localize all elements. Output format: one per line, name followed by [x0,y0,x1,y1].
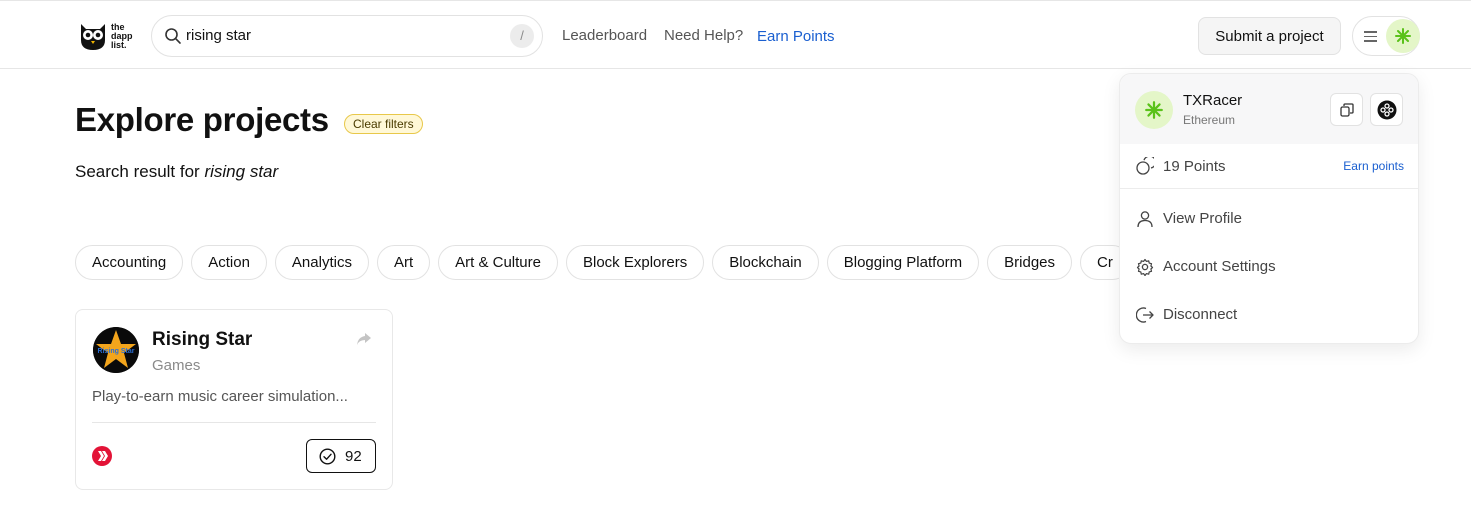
account-chain: Ethereum [1183,113,1236,127]
page-title: Explore projects [75,101,329,138]
project-logo: Rising Star [93,327,139,373]
account-header: TXRacer Ethereum [1120,74,1418,144]
search-bar: / [151,15,543,57]
points-row: 19 Points Earn points [1120,144,1418,189]
account-avatar [1135,91,1173,129]
category-chip[interactable]: Bridges [987,245,1073,280]
account-name: TXRacer [1183,92,1243,109]
menu-item-label: Account Settings [1163,258,1276,275]
network-icon [1377,100,1397,120]
account-dropdown: TXRacer Ethereum 19 Points Earn points V… [1119,73,1419,344]
category-chip[interactable]: Blogging Platform [826,245,980,280]
check-circle-icon [319,448,336,465]
points-count: 19 Points [1163,158,1226,175]
menu-item-label: Disconnect [1163,306,1238,323]
points-coins-icon [1136,157,1154,175]
hive-chain-icon [92,446,112,466]
search-result-text: Search result for rising star [75,162,278,182]
search-shortcut-badge: / [510,24,534,48]
clear-filters-button[interactable]: Clear filters [344,114,423,134]
sparkle-avatar-icon [1395,28,1411,44]
project-category: Games [152,357,201,374]
user-avatar [1386,19,1420,53]
category-filter-chips: Accounting Action Analytics Art Art & Cu… [75,245,1130,280]
search-input[interactable] [186,27,486,44]
category-chip[interactable]: Analytics [274,245,369,280]
nav-help-link[interactable]: Need Help? [664,27,743,44]
disconnect-item[interactable]: Disconnect [1120,297,1418,333]
logo-text: Rising Star [98,348,135,355]
category-chip[interactable]: Action [191,245,267,280]
dapplist-logo[interactable]: the dapp list. [78,19,138,53]
logo-wordmark: the dapp list. [111,22,133,50]
project-description: Play-to-earn music career simulation... [92,388,348,405]
copy-icon [1340,103,1354,117]
view-profile-item[interactable]: View Profile [1120,201,1418,237]
top-navbar: the dapp list. / Leaderboard Need Help? … [0,0,1471,69]
logout-icon [1136,307,1154,323]
nav-leaderboard-link[interactable]: Leaderboard [562,27,647,44]
logo-line: list. [111,39,127,50]
earn-points-link[interactable]: Earn points [1343,159,1404,173]
user-icon [1137,211,1153,228]
category-chip[interactable]: Blockchain [712,245,819,280]
rising-star-logo-icon: Rising Star [93,327,139,373]
submit-project-button[interactable]: Submit a project [1198,17,1341,55]
category-chip[interactable]: Art [376,245,431,280]
copy-address-button[interactable] [1330,93,1363,126]
search-result-prefix: Search result for [75,162,200,181]
gear-icon [1136,258,1154,276]
account-menu-button[interactable] [1352,16,1420,56]
nav-earn-points-link[interactable]: Earn Points [757,28,835,45]
share-icon[interactable] [356,332,372,346]
menu-item-label: View Profile [1163,210,1242,227]
category-chip[interactable]: Accounting [75,245,184,280]
category-chip[interactable]: Art & Culture [438,245,558,280]
sparkle-avatar-icon [1145,101,1163,119]
hamburger-icon [1364,31,1377,42]
project-card[interactable]: Rising Star Rising Star Games Play-to-ea… [75,309,393,490]
card-divider [92,422,376,423]
search-icon [165,28,181,44]
account-settings-item[interactable]: Account Settings [1120,249,1418,285]
search-term: rising star [204,162,279,181]
category-chip[interactable]: Block Explorers [566,245,705,280]
project-title[interactable]: Rising Star [152,329,252,351]
network-button[interactable] [1370,93,1403,126]
vote-count: 92 [345,448,362,465]
upvote-button[interactable]: 92 [306,439,376,473]
owl-logo-icon [81,24,105,50]
